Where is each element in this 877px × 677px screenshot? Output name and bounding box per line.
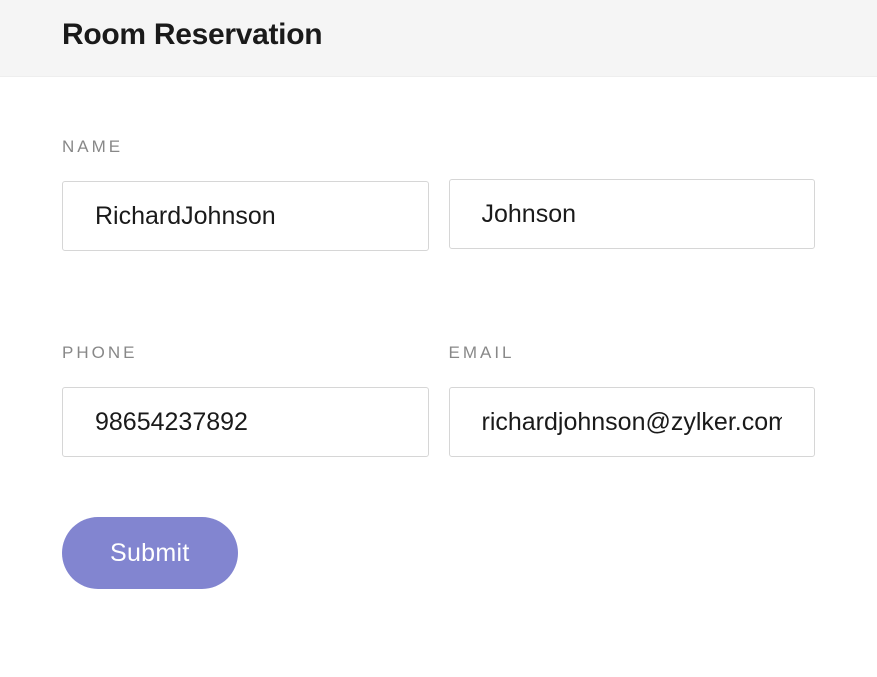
submit-button[interactable]: Submit: [62, 517, 238, 589]
page-title: Room Reservation: [62, 18, 815, 52]
first-name-input[interactable]: [62, 181, 429, 251]
email-label: EMAIL: [449, 343, 816, 363]
email-input[interactable]: [449, 387, 816, 457]
phone-input[interactable]: [62, 387, 429, 457]
spacer: [449, 137, 816, 179]
page-header: Room Reservation: [0, 0, 877, 77]
reservation-form: NAME PHONE EMAIL Submit: [0, 77, 877, 629]
last-name-input[interactable]: [449, 179, 816, 249]
phone-label: PHONE: [62, 343, 429, 363]
name-label: NAME: [62, 137, 429, 157]
